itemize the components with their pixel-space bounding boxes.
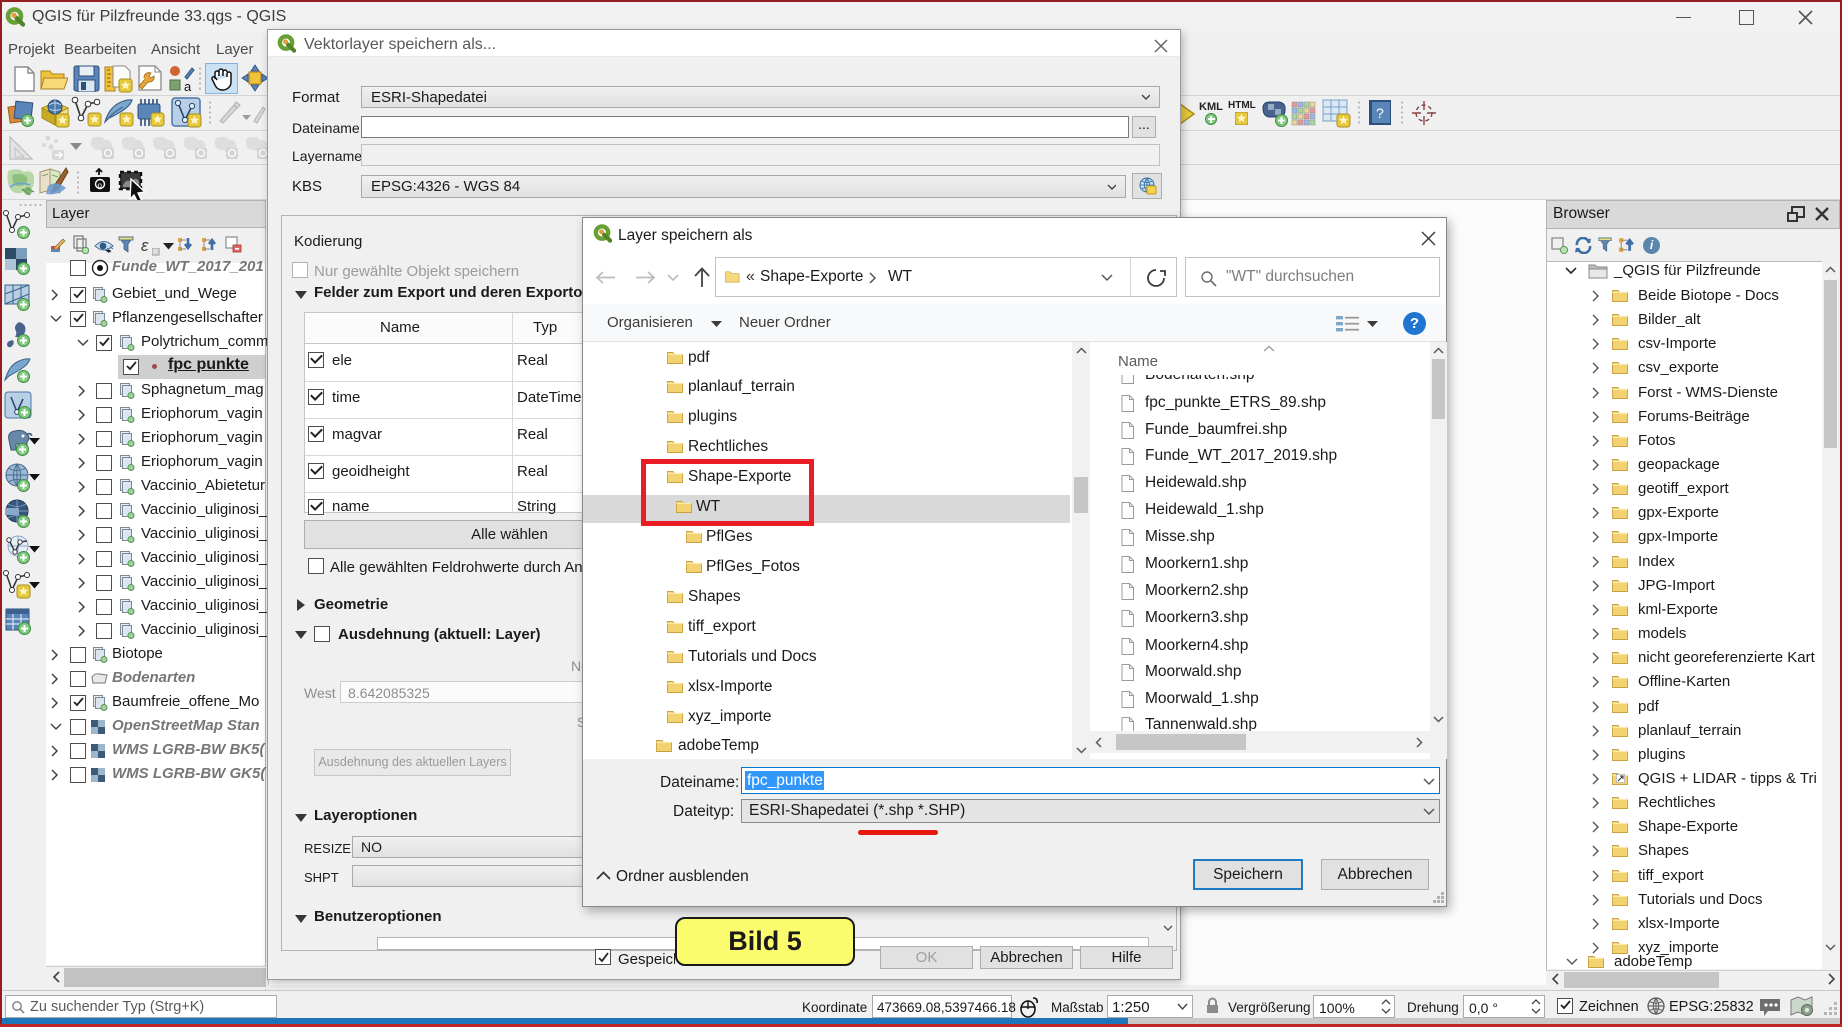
svg-text:a: a <box>184 79 192 92</box>
svg-text:?: ? <box>1376 105 1384 121</box>
svg-text:o: o <box>98 181 103 190</box>
